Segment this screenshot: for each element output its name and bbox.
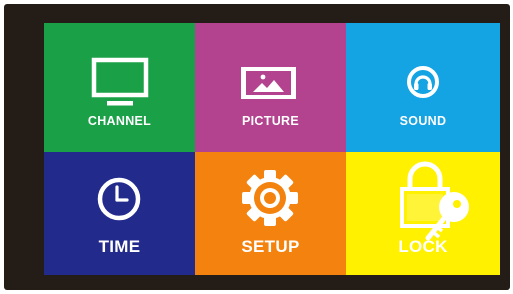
setup-label: SETUP <box>241 237 300 256</box>
picture-tile[interactable]: PICTURE <box>195 23 346 152</box>
sound-tile[interactable]: SOUND <box>346 23 500 152</box>
lock-label: LOCK <box>398 237 448 256</box>
main-menu-grid: CHANNEL PICTURE SOUND TIME SETUP LOCK <box>44 23 500 275</box>
picture-icon <box>241 67 296 99</box>
sound-label: SOUND <box>399 114 447 128</box>
tv-screen: CHANNEL PICTURE SOUND TIME SETUP LOCK <box>4 4 510 290</box>
time-label: TIME <box>98 237 141 256</box>
channel-tile[interactable]: CHANNEL <box>44 23 195 152</box>
channel-label: CHANNEL <box>87 114 152 128</box>
lock-tile[interactable]: LOCK <box>346 152 500 275</box>
tv-icon <box>91 57 149 106</box>
setup-tile[interactable]: SETUP <box>195 152 346 275</box>
picture-label: PICTURE <box>242 114 299 128</box>
time-tile[interactable]: TIME <box>44 152 195 275</box>
headphones-icon <box>407 66 439 98</box>
